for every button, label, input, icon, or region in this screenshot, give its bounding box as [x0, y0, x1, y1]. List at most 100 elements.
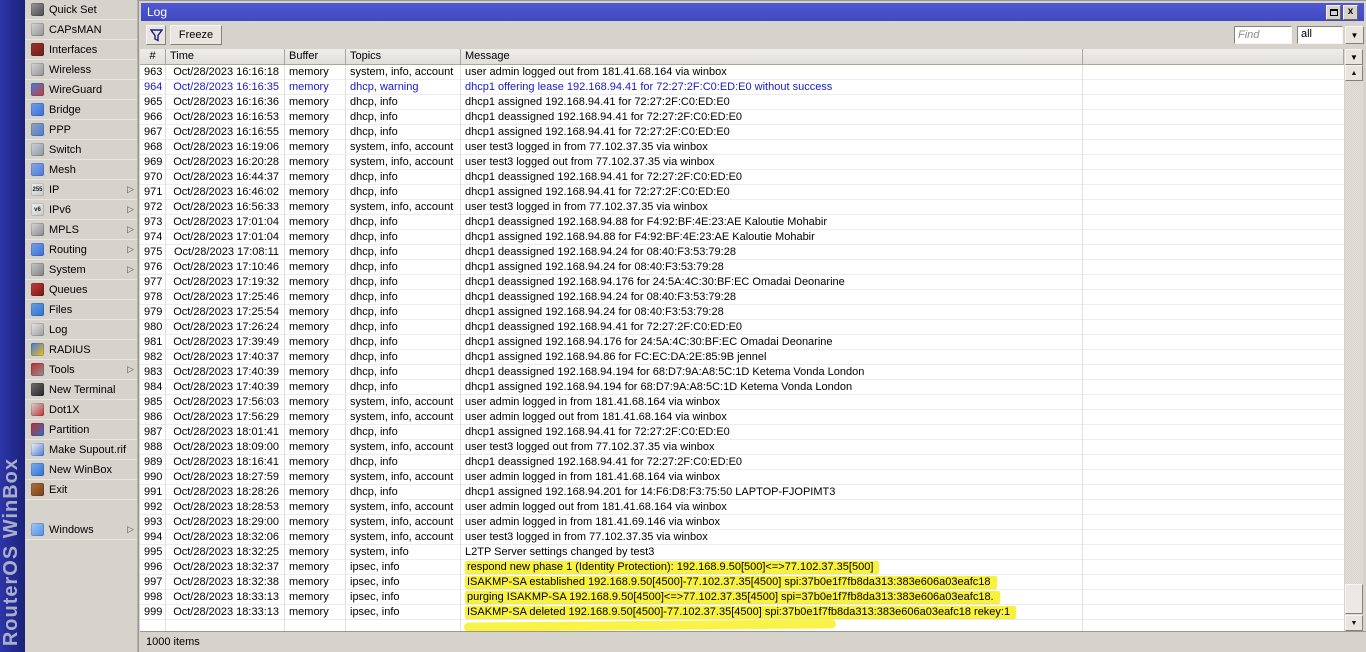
cell-buffer: memory [289, 261, 329, 273]
log-row-974[interactable]: 974 Oct/28/2023 17:01:04 memory dhcp, info d… [140, 230, 1344, 245]
log-row-972[interactable]: 972 Oct/28/2023 16:56:33 memory system, inf… [140, 200, 1344, 215]
log-row-970[interactable]: 970 Oct/28/2023 16:44:37 memory dhcp, info d… [140, 170, 1344, 185]
sidebar-item-dot1x[interactable]: Dot1X [25, 400, 137, 420]
sidebar-item-label: Tools [49, 363, 75, 376]
windows-icon [31, 523, 44, 536]
log-row-984[interactable]: 984 Oct/28/2023 17:40:39 memory dhcp, info d… [140, 380, 1344, 395]
sidebar-item-new-winbox[interactable]: New WinBox [25, 460, 137, 480]
sidebar-item-ipv6[interactable]: v6 IPv6 ▷ [25, 200, 137, 220]
sidebar-item-switch[interactable]: Switch [25, 140, 137, 160]
sidebar-item-mpls[interactable]: MPLS ▷ [25, 220, 137, 240]
log-row-995[interactable]: 995 Oct/28/2023 18:32:25 memory system, inf… [140, 545, 1344, 560]
cell-buffer: memory [289, 276, 329, 288]
log-row-978[interactable]: 978 Oct/28/2023 17:25:46 memory dhcp, info d… [140, 290, 1344, 305]
log-row-973[interactable]: 973 Oct/28/2023 17:01:04 memory dhcp, info d… [140, 215, 1344, 230]
sidebar-item-ip[interactable]: 255 IP ▷ [25, 180, 137, 200]
vertical-scrollbar[interactable]: ▲ ▼ [1345, 65, 1363, 631]
close-window-button[interactable]: x [1343, 4, 1358, 20]
topic-scope-dropdown-button[interactable]: ▼ [1345, 26, 1364, 44]
log-row-980[interactable]: 980 Oct/28/2023 17:26:24 memory dhcp, info d… [140, 320, 1344, 335]
row-number: 972 [144, 201, 163, 213]
log-row-993[interactable]: 993 Oct/28/2023 18:29:00 memory system, inf… [140, 515, 1344, 530]
scroll-up-button[interactable]: ▲ [1345, 65, 1363, 81]
log-row-994[interactable]: 994 Oct/28/2023 18:32:06 memory system, inf… [140, 530, 1344, 545]
log-row-975[interactable]: 975 Oct/28/2023 17:08:11 memory dhcp, info d… [140, 245, 1344, 260]
restore-window-button[interactable] [1326, 4, 1341, 20]
log-row-998[interactable]: 998 Oct/28/2023 18:33:13 memory ipsec, info… [140, 590, 1344, 605]
log-row-976[interactable]: 976 Oct/28/2023 17:10:46 memory dhcp, info d… [140, 260, 1344, 275]
cell-buffer: memory [289, 396, 329, 408]
column-header-buffer[interactable]: Buffer [285, 49, 346, 65]
sidebar-item-exit[interactable]: Exit [25, 480, 137, 500]
sidebar-item-tools[interactable]: Tools ▷ [25, 360, 137, 380]
log-row-986[interactable]: 986 Oct/28/2023 17:56:29 memory system, inf… [140, 410, 1344, 425]
log-row-981[interactable]: 981 Oct/28/2023 17:39:49 memory dhcp, info d… [140, 335, 1344, 350]
column-header-topics[interactable]: Topics [346, 49, 461, 65]
sidebar-item-ppp[interactable]: PPP [25, 120, 137, 140]
find-input[interactable] [1234, 26, 1292, 44]
sidebar-item-capsman[interactable]: CAPsMAN [25, 20, 137, 40]
sidebar-item-windows[interactable]: Windows ▷ [25, 520, 137, 540]
log-row-967[interactable]: 967 Oct/28/2023 16:16:55 memory dhcp, info d… [140, 125, 1344, 140]
cell-message: user admin logged in from 181.41.69.146 … [465, 516, 720, 528]
log-row-999[interactable]: 999 Oct/28/2023 18:33:13 memory ipsec, info… [140, 605, 1344, 620]
log-row-964[interactable]: 964 Oct/28/2023 16:16:35 memory dhcp, warni… [140, 80, 1344, 95]
log-row-990[interactable]: 990 Oct/28/2023 18:27:59 memory system, inf… [140, 470, 1344, 485]
sidebar-item-partition[interactable]: Partition [25, 420, 137, 440]
column-header-time[interactable]: Time [166, 49, 285, 65]
row-number: 990 [144, 471, 163, 483]
log-row-991[interactable]: 991 Oct/28/2023 18:28:26 memory dhcp, info d… [140, 485, 1344, 500]
column-header-message[interactable]: Message [461, 49, 1083, 65]
topic-scope-combo[interactable]: all [1297, 26, 1343, 44]
column-select-button[interactable]: ▼ [1345, 49, 1363, 65]
freeze-button[interactable]: Freeze [170, 25, 222, 45]
log-row-983[interactable]: 983 Oct/28/2023 17:40:39 memory dhcp, info d… [140, 365, 1344, 380]
column-header-number[interactable]: # [140, 49, 166, 65]
scroll-down-button[interactable]: ▼ [1345, 615, 1363, 631]
log-window-titlebar[interactable]: Log x [141, 3, 1364, 21]
log-row-965[interactable]: 965 Oct/28/2023 16:16:36 memory dhcp, info d… [140, 95, 1344, 110]
log-row-989[interactable]: 989 Oct/28/2023 18:16:41 memory dhcp, info d… [140, 455, 1344, 470]
log-row-979[interactable]: 979 Oct/28/2023 17:25:54 memory dhcp, info d… [140, 305, 1344, 320]
sidebar-item-label: Exit [49, 483, 68, 496]
log-row-987[interactable]: 987 Oct/28/2023 18:01:41 memory dhcp, info d… [140, 425, 1344, 440]
sidebar-item-radius[interactable]: RADIUS [25, 340, 137, 360]
log-row-985[interactable]: 985 Oct/28/2023 17:56:03 memory system, inf… [140, 395, 1344, 410]
sidebar-item-queues[interactable]: Queues [25, 280, 137, 300]
chevron-down-icon: ▼ [1350, 619, 1358, 627]
sidebar-item-wireless[interactable]: Wireless [25, 60, 137, 80]
filter-button[interactable] [146, 25, 166, 45]
sidebar-item-make-supout-rif[interactable]: Make Supout.rif [25, 440, 137, 460]
sidebar-item-system[interactable]: System ▷ [25, 260, 137, 280]
cell-message: dhcp1 assigned 192.168.94.176 for 24:5A:… [465, 336, 833, 348]
cell-topics: dhcp, info [350, 426, 398, 438]
log-row-966[interactable]: 966 Oct/28/2023 16:16:53 memory dhcp, info d… [140, 110, 1344, 125]
cell-empty [1083, 395, 1344, 410]
cell-message: dhcp1 assigned 192.168.94.41 for 72:27:2… [465, 426, 730, 438]
sidebar-item-new-terminal[interactable]: New Terminal [25, 380, 137, 400]
sidebar-item-interfaces[interactable]: Interfaces [25, 40, 137, 60]
log-row-992[interactable]: 992 Oct/28/2023 18:28:53 memory system, inf… [140, 500, 1344, 515]
log-row-988[interactable]: 988 Oct/28/2023 18:09:00 memory system, inf… [140, 440, 1344, 455]
cell-time: Oct/28/2023 16:16:18 [173, 66, 279, 78]
sidebar-item-files[interactable]: Files [25, 300, 137, 320]
sidebar-item-wireguard[interactable]: WireGuard [25, 80, 137, 100]
cell-buffer: memory [289, 186, 329, 198]
log-row-968[interactable]: 968 Oct/28/2023 16:19:06 memory system, inf… [140, 140, 1344, 155]
log-row-963[interactable]: 963 Oct/28/2023 16:16:18 memory system, inf… [140, 65, 1344, 80]
scrollbar-thumb[interactable] [1345, 584, 1363, 614]
log-row-982[interactable]: 982 Oct/28/2023 17:40:37 memory dhcp, info d… [140, 350, 1344, 365]
cell-time: Oct/28/2023 16:16:35 [173, 81, 279, 93]
sidebar-item-routing[interactable]: Routing ▷ [25, 240, 137, 260]
cell-time: Oct/28/2023 17:19:32 [173, 276, 279, 288]
log-row-997[interactable]: 997 Oct/28/2023 18:32:38 memory ipsec, info… [140, 575, 1344, 590]
log-row-996[interactable]: 996 Oct/28/2023 18:32:37 memory ipsec, info… [140, 560, 1344, 575]
log-row-971[interactable]: 971 Oct/28/2023 16:46:02 memory dhcp, info d… [140, 185, 1344, 200]
log-row-977[interactable]: 977 Oct/28/2023 17:19:32 memory dhcp, info d… [140, 275, 1344, 290]
log-row-969[interactable]: 969 Oct/28/2023 16:20:28 memory system, inf… [140, 155, 1344, 170]
sidebar-item-log[interactable]: Log [25, 320, 137, 340]
cell-topics: dhcp, info [350, 486, 398, 498]
sidebar-item-mesh[interactable]: Mesh [25, 160, 137, 180]
sidebar-item-quick-set[interactable]: Quick Set [25, 0, 137, 20]
sidebar-item-bridge[interactable]: Bridge [25, 100, 137, 120]
